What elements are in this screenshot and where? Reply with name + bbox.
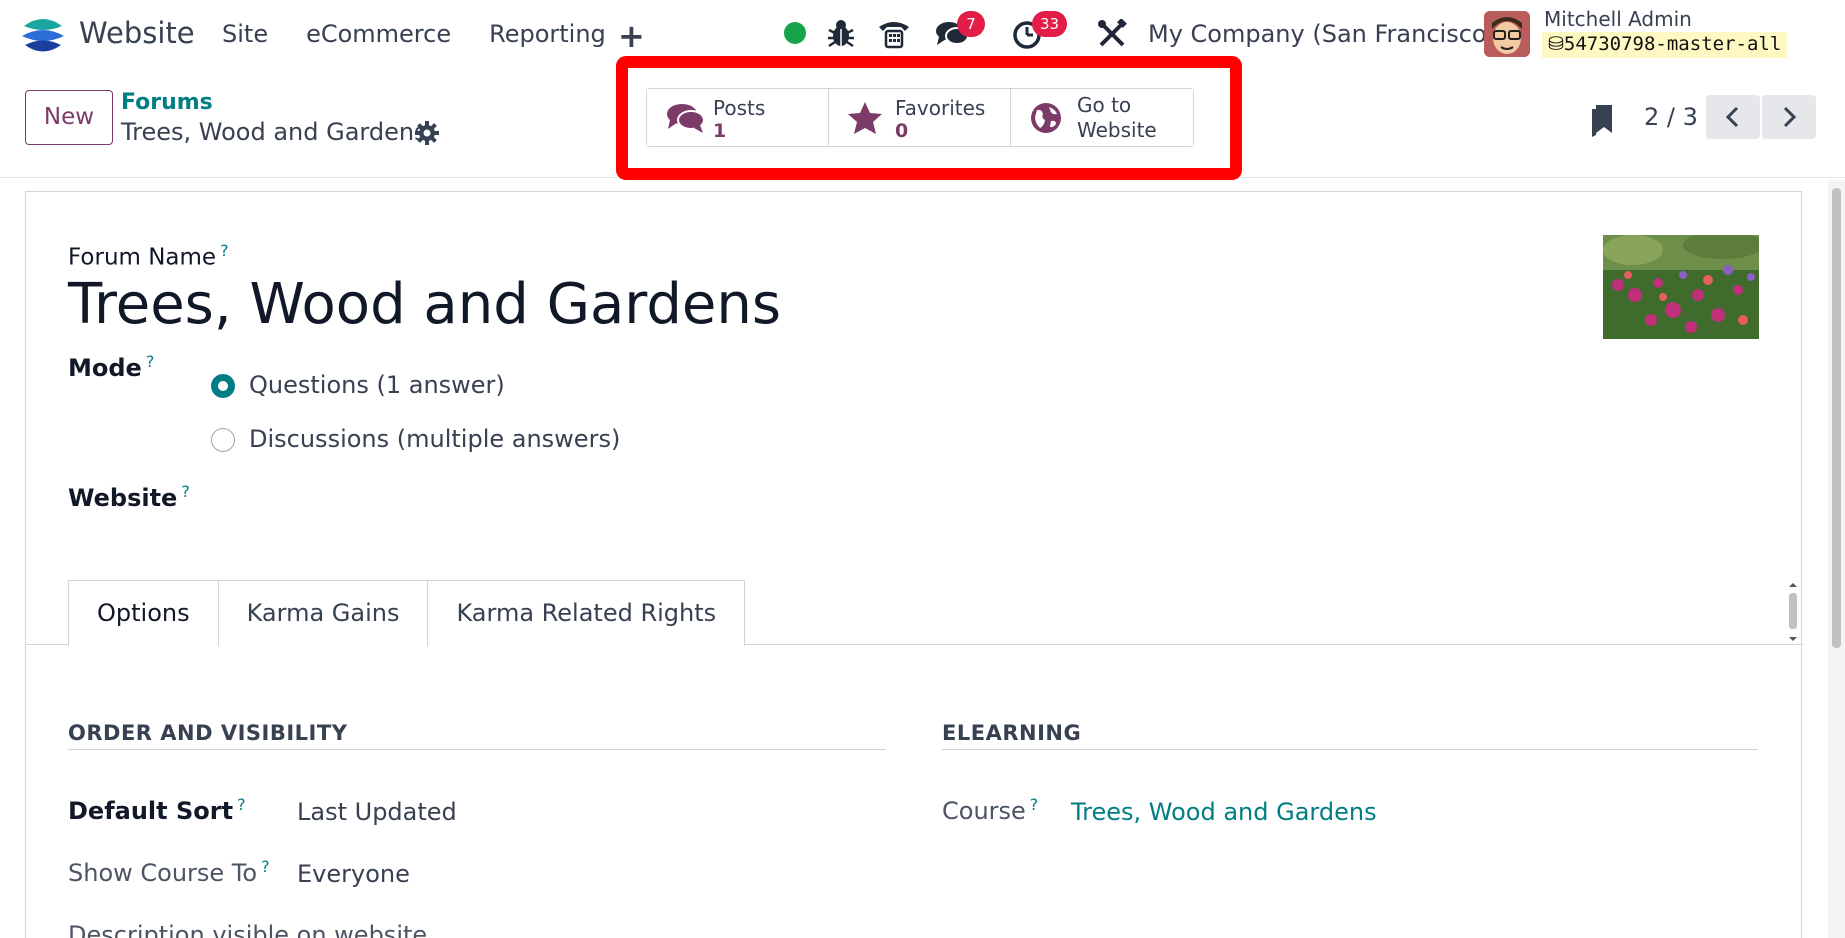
active-tab-gap [69,644,213,645]
section-divider [68,749,886,750]
section-elearning: ELEARNING [942,721,1082,745]
menu-reporting[interactable]: Reporting [489,20,606,48]
menu-ecommerce[interactable]: eCommerce [306,20,451,48]
avatar-face-icon [1484,11,1530,57]
database-icon: ⛁ [1548,33,1564,55]
forum-name-input[interactable]: Trees, Wood and Gardens [68,272,781,337]
tab-karma-related-rights[interactable]: Karma Related Rights [427,580,746,646]
messages-count-badge: 7 [957,11,985,37]
section-order-visibility: ORDER AND VISIBILITY [68,721,348,745]
help-tooltip-icon[interactable]: ? [146,352,155,371]
section-divider [942,749,1758,750]
app-name[interactable]: Website [79,16,195,50]
user-name[interactable]: Mitchell Admin [1544,7,1692,31]
chevron-left-icon [1725,106,1739,128]
tab-options[interactable]: Options [68,580,219,646]
tab-karma-gains[interactable]: Karma Gains [217,580,429,646]
bug-icon[interactable] [827,18,855,48]
flower-garden-image [1603,235,1759,339]
pager-value[interactable]: 2 / 3 [1644,103,1698,131]
website-app-icon [22,19,64,52]
developer-tools-icon[interactable] [1097,19,1127,49]
show-course-label: Show Course To? [68,857,270,887]
presence-status-icon[interactable] [784,22,806,44]
gear-icon[interactable] [414,120,440,146]
form-sheet: Forum Name? Trees, Wood and Gardens Mode… [25,191,1803,938]
menu-site[interactable]: Site [222,20,268,48]
forum-name-label: Forum Name? [68,241,229,271]
new-menu-plus-button[interactable]: + [618,17,645,55]
notebook-tabs: Options Karma Gains Karma Related Rights [68,580,746,646]
show-course-select[interactable]: Everyone [297,860,410,888]
highlight-annotation-box [616,56,1242,180]
page-scrollbar[interactable] [1828,180,1845,938]
activities-count-badge: 33 [1032,11,1068,37]
course-link[interactable]: Trees, Wood and Gardens [1071,798,1377,826]
default-sort-label: Default Sort? [68,795,246,825]
page-scrollbar-thumb[interactable] [1832,188,1841,648]
tabs-scrollbar[interactable] [1786,581,1800,643]
forum-image[interactable] [1603,235,1759,339]
description-label: Description visible on website [68,921,428,938]
breadcrumb-forums[interactable]: Forums [121,90,213,115]
breadcrumb-current-record: Trees, Wood and Gardens [121,118,427,146]
mode-discussions-radio[interactable] [211,428,235,452]
database-name: ⛁54730798-master-all [1542,32,1788,58]
mode-discussions-label[interactable]: Discussions (multiple answers) [249,425,620,453]
help-tooltip-icon[interactable]: ? [220,241,229,260]
default-sort-select[interactable]: Last Updated [297,798,457,826]
bookmark-icon[interactable] [1590,103,1616,137]
mode-questions-radio[interactable] [211,374,235,398]
website-label: Website? [68,482,190,512]
help-tooltip-icon[interactable]: ? [181,482,190,501]
new-record-button[interactable]: New [25,90,113,145]
phone-icon[interactable] [877,17,911,49]
help-tooltip-icon[interactable]: ? [1030,795,1039,814]
main-menu: Site eCommerce Reporting [222,20,644,48]
user-avatar[interactable] [1484,11,1530,57]
course-label: Course? [942,795,1039,825]
app-brand[interactable] [20,12,66,58]
pager-previous-button[interactable] [1706,95,1760,139]
help-tooltip-icon[interactable]: ? [237,795,246,814]
mode-questions-label[interactable]: Questions (1 answer) [249,371,505,399]
help-tooltip-icon[interactable]: ? [261,857,270,876]
mode-label: Mode? [68,352,155,382]
chevron-right-icon [1783,106,1797,128]
company-switcher[interactable]: My Company (San Francisco) [1148,20,1496,48]
pager-next-button[interactable] [1762,95,1816,139]
